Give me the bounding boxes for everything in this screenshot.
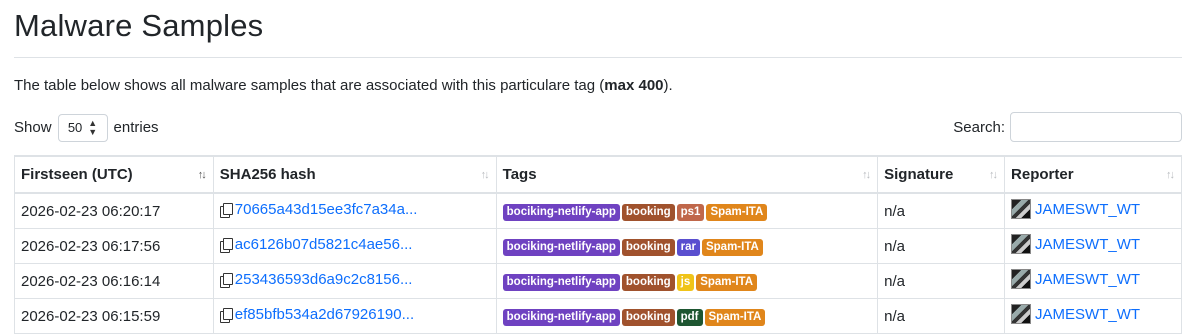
entries-label: entries [113, 119, 159, 136]
title-divider [14, 57, 1182, 58]
sort-icon: ↑↓ [480, 168, 490, 181]
copy-icon[interactable] [219, 202, 233, 218]
description-max: max 400 [604, 77, 664, 94]
reporter-link[interactable]: JAMESWT_WT [1035, 306, 1140, 323]
sort-icon: ↑↓ [197, 168, 207, 181]
tags-cell: bociking-netlify-app booking js Spam-ITA [495, 263, 879, 299]
entries-length-control: Show 50 ▲ ▼ entries [14, 113, 159, 143]
column-header-signature[interactable]: Signature ↑↓ [877, 155, 1006, 194]
search-label: Search: [953, 118, 1005, 136]
hash-link[interactable]: 70665a43d15ee3fc7a34a... [235, 201, 418, 218]
signature-cell: n/a [877, 228, 1006, 264]
column-header-firstseen[interactable]: Firstseen (UTC) ↑↓ [14, 155, 214, 194]
tag-badge[interactable]: rar [676, 238, 700, 256]
description-prefix: The table below shows all malware sample… [14, 77, 605, 94]
tag-badge[interactable]: js [676, 273, 695, 291]
firstseen-cell: 2026-02-23 06:16:14 [14, 263, 214, 299]
table-row: 2026-02-23 06:20:17 70665a43d15ee3fc7a34a… [14, 192, 1182, 229]
tag-badge[interactable]: pdf [676, 308, 703, 326]
firstseen-cell: 2026-02-23 06:20:17 [14, 192, 214, 229]
tag-badge[interactable]: bociking-netlify-app [502, 203, 620, 221]
table-row: 2026-02-23 06:17:56 ac6126b07d5821c4ae56.… [14, 228, 1182, 264]
column-header-tags[interactable]: Tags ↑↓ [495, 155, 879, 194]
signature-cell: n/a [877, 263, 1006, 299]
tag-badge[interactable]: booking [621, 203, 675, 221]
entries-select[interactable]: 50 ▲ ▼ [57, 114, 108, 142]
malware-samples-table: Firstseen (UTC) ↑↓ SHA256 hash ↑↓ Tags ↑↓ S… [14, 155, 1182, 334]
reporter-cell: JAMESWT_WT [1004, 263, 1182, 299]
hash-link[interactable]: 253436593d6a9c2c8156... [235, 271, 413, 288]
firstseen-cell: 2026-02-23 06:17:56 [14, 228, 214, 264]
table-row: 2026-02-23 06:15:59 ef85bfb534a2d67926190… [14, 298, 1182, 334]
table-row: 2026-02-23 06:16:14 253436593d6a9c2c8156.… [14, 263, 1182, 299]
reporter-cell: JAMESWT_WT [1004, 298, 1182, 334]
reporter-avatar [1011, 269, 1032, 289]
reporter-link[interactable]: JAMESWT_WT [1035, 236, 1140, 253]
signature-cell: n/a [877, 298, 1006, 334]
description-suffix: ). [663, 77, 673, 94]
sort-icon: ↑↓ [862, 168, 871, 181]
reporter-link[interactable]: JAMESWT_WT [1035, 271, 1140, 288]
table-body: 2026-02-23 06:20:17 70665a43d15ee3fc7a34a… [14, 192, 1182, 334]
tags-cell: bociking-netlify-app booking ps1 Spam-ITA [495, 192, 879, 229]
tag-badge[interactable]: ps1 [676, 203, 705, 221]
table-header-row: Firstseen (UTC) ↑↓ SHA256 hash ↑↓ Tags ↑↓ S… [14, 155, 1182, 194]
tag-badge[interactable]: bociking-netlify-app [502, 308, 620, 326]
column-header-reporter[interactable]: Reporter ↑↓ [1004, 155, 1182, 194]
show-label: Show [14, 119, 52, 136]
sort-icon: ↑↓ [989, 168, 998, 181]
tag-badge[interactable]: booking [621, 273, 675, 291]
page: Malware Samples The table below shows al… [0, 0, 1200, 334]
tag-badge[interactable]: bociking-netlify-app [502, 238, 620, 256]
tag-badge[interactable]: Spam-ITA [696, 273, 758, 291]
reporter-avatar [1011, 234, 1032, 254]
hash-link[interactable]: ac6126b07d5821c4ae56... [235, 236, 413, 253]
tags-cell: bociking-netlify-app booking pdf Spam-ITA [495, 298, 879, 334]
reporter-avatar [1011, 304, 1032, 324]
tag-badge[interactable]: booking [621, 238, 675, 256]
reporter-cell: JAMESWT_WT [1004, 228, 1182, 264]
signature-cell: n/a [877, 192, 1006, 229]
entries-select-value: 50 [67, 120, 83, 135]
table-description: The table below shows all malware sample… [14, 76, 673, 96]
search-input[interactable] [1010, 112, 1182, 142]
tag-badge[interactable]: Spam-ITA [706, 203, 768, 221]
reporter-link[interactable]: JAMESWT_WT [1035, 201, 1140, 218]
firstseen-cell: 2026-02-23 06:15:59 [14, 298, 214, 334]
tag-badge[interactable]: Spam-ITA [701, 238, 763, 256]
reporter-avatar [1011, 199, 1032, 219]
column-header-sha256[interactable]: SHA256 hash ↑↓ [212, 155, 497, 194]
reporter-cell: JAMESWT_WT [1004, 192, 1182, 229]
copy-icon[interactable] [219, 272, 233, 288]
table-search: Search: [953, 112, 1182, 142]
hash-link[interactable]: ef85bfb534a2d67926190... [235, 306, 414, 323]
select-arrows-icon: ▲ ▼ [88, 118, 98, 137]
tags-cell: bociking-netlify-app booking rar Spam-ITA [495, 228, 879, 264]
hash-cell: ac6126b07d5821c4ae56... [212, 228, 497, 264]
sort-icon: ↑↓ [1166, 168, 1175, 181]
hash-cell: 253436593d6a9c2c8156... [212, 263, 497, 299]
page-title: Malware Samples [14, 8, 264, 43]
hash-cell: 70665a43d15ee3fc7a34a... [212, 192, 497, 229]
tag-badge[interactable]: Spam-ITA [704, 308, 766, 326]
copy-icon[interactable] [219, 307, 233, 323]
tag-badge[interactable]: bociking-netlify-app [502, 273, 620, 291]
hash-cell: ef85bfb534a2d67926190... [212, 298, 497, 334]
copy-icon[interactable] [219, 237, 233, 253]
tag-badge[interactable]: booking [621, 308, 675, 326]
